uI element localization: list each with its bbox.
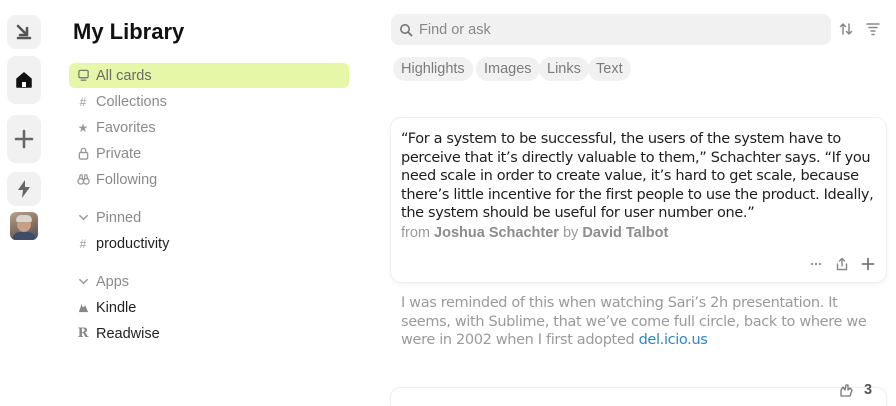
sidebar-item-label: Following (96, 171, 158, 188)
chevron-down-icon (76, 211, 90, 225)
lightning-icon (18, 180, 30, 198)
sidebar-item-collections[interactable]: # Collections (69, 89, 349, 114)
sidebar-item-label: Private (96, 145, 142, 162)
add-to-collection-button[interactable] (860, 256, 876, 272)
sidebar-item-readwise[interactable]: R Readwise (69, 321, 349, 346)
sidebar-item-label: Favorites (96, 119, 156, 136)
import-button[interactable] (7, 15, 41, 49)
avatar[interactable] (10, 212, 38, 240)
pinned-section-label: Pinned (96, 209, 142, 226)
filter-button[interactable] (864, 20, 882, 38)
hash-icon: # (79, 94, 87, 109)
highlight-source: from Joshua Schachter by David Talbot (401, 225, 668, 241)
more-icon (810, 262, 822, 266)
sidebar-item-following[interactable]: Following (69, 167, 349, 192)
filter-icon (866, 23, 880, 36)
source-title[interactable]: Joshua Schachter (434, 225, 559, 241)
sidebar-item-private[interactable]: Private (69, 141, 349, 166)
share-button[interactable] (834, 256, 850, 272)
source-author[interactable]: David Talbot (582, 225, 668, 241)
by-label: by (562, 225, 579, 241)
home-button[interactable] (7, 56, 41, 104)
sort-icon (839, 23, 853, 35)
share-icon (836, 257, 848, 271)
card-actions (808, 256, 876, 272)
filter-links[interactable]: Links (539, 57, 589, 81)
chevron-down-icon (76, 275, 90, 289)
home-icon (16, 72, 32, 88)
import-icon (16, 24, 32, 40)
pinned-section-toggle[interactable]: Pinned (69, 205, 349, 230)
add-button[interactable] (7, 115, 41, 163)
filter-text[interactable]: Text (588, 57, 631, 81)
filter-images[interactable]: Images (476, 57, 540, 81)
apps-section-toggle[interactable]: Apps (69, 269, 349, 294)
sidebar-item-kindle[interactable]: Kindle (69, 295, 349, 320)
card-icon (76, 69, 90, 83)
next-card[interactable] (391, 388, 886, 406)
sidebar-item-label: Readwise (96, 325, 160, 342)
sidebar-item-label: All cards (96, 67, 152, 84)
highlight-card[interactable]: “For a system to be successful, the user… (391, 118, 886, 282)
search-input[interactable] (419, 21, 799, 38)
page-title: My Library (73, 19, 185, 44)
search-icon (400, 23, 413, 36)
reactions[interactable]: 3 (838, 382, 872, 398)
add-icon (14, 129, 34, 149)
lock-icon (76, 147, 90, 161)
sidebar: My Library All cards # Collections ★ Fav… (66, 0, 356, 406)
sidebar-item-label: productivity (96, 235, 170, 252)
readwise-icon: R (77, 326, 89, 341)
sort-button[interactable] (837, 20, 855, 38)
sidebar-item-all-cards[interactable]: All cards (69, 63, 349, 88)
sidebar-item-favorites[interactable]: ★ Favorites (69, 115, 349, 140)
plus-icon (861, 257, 875, 271)
sidebar-item-label: Collections (96, 93, 167, 110)
highlight-quote: “For a system to be successful, the user… (401, 131, 874, 221)
hash-icon: # (79, 236, 87, 251)
clap-icon (840, 384, 853, 397)
from-label: from (401, 225, 430, 241)
card-note: I was reminded of this when watching Sar… (401, 294, 871, 350)
filter-highlights[interactable]: Highlights (393, 57, 473, 81)
sidebar-item-label: Kindle (96, 299, 137, 316)
sidebar-item-productivity[interactable]: # productivity (69, 231, 349, 256)
apps-section-label: Apps (96, 273, 130, 290)
search-bar[interactable] (391, 14, 831, 45)
binoculars-icon (76, 173, 90, 187)
star-icon: ★ (77, 120, 89, 135)
reaction-count: 3 (864, 382, 873, 398)
lightning-button[interactable] (7, 172, 41, 206)
kindle-icon (76, 301, 90, 315)
more-button[interactable] (808, 256, 824, 272)
icon-rail (0, 0, 48, 406)
note-link[interactable]: del.icio.us (639, 332, 708, 348)
note-text: I was reminded of this when watching Sar… (401, 295, 867, 348)
